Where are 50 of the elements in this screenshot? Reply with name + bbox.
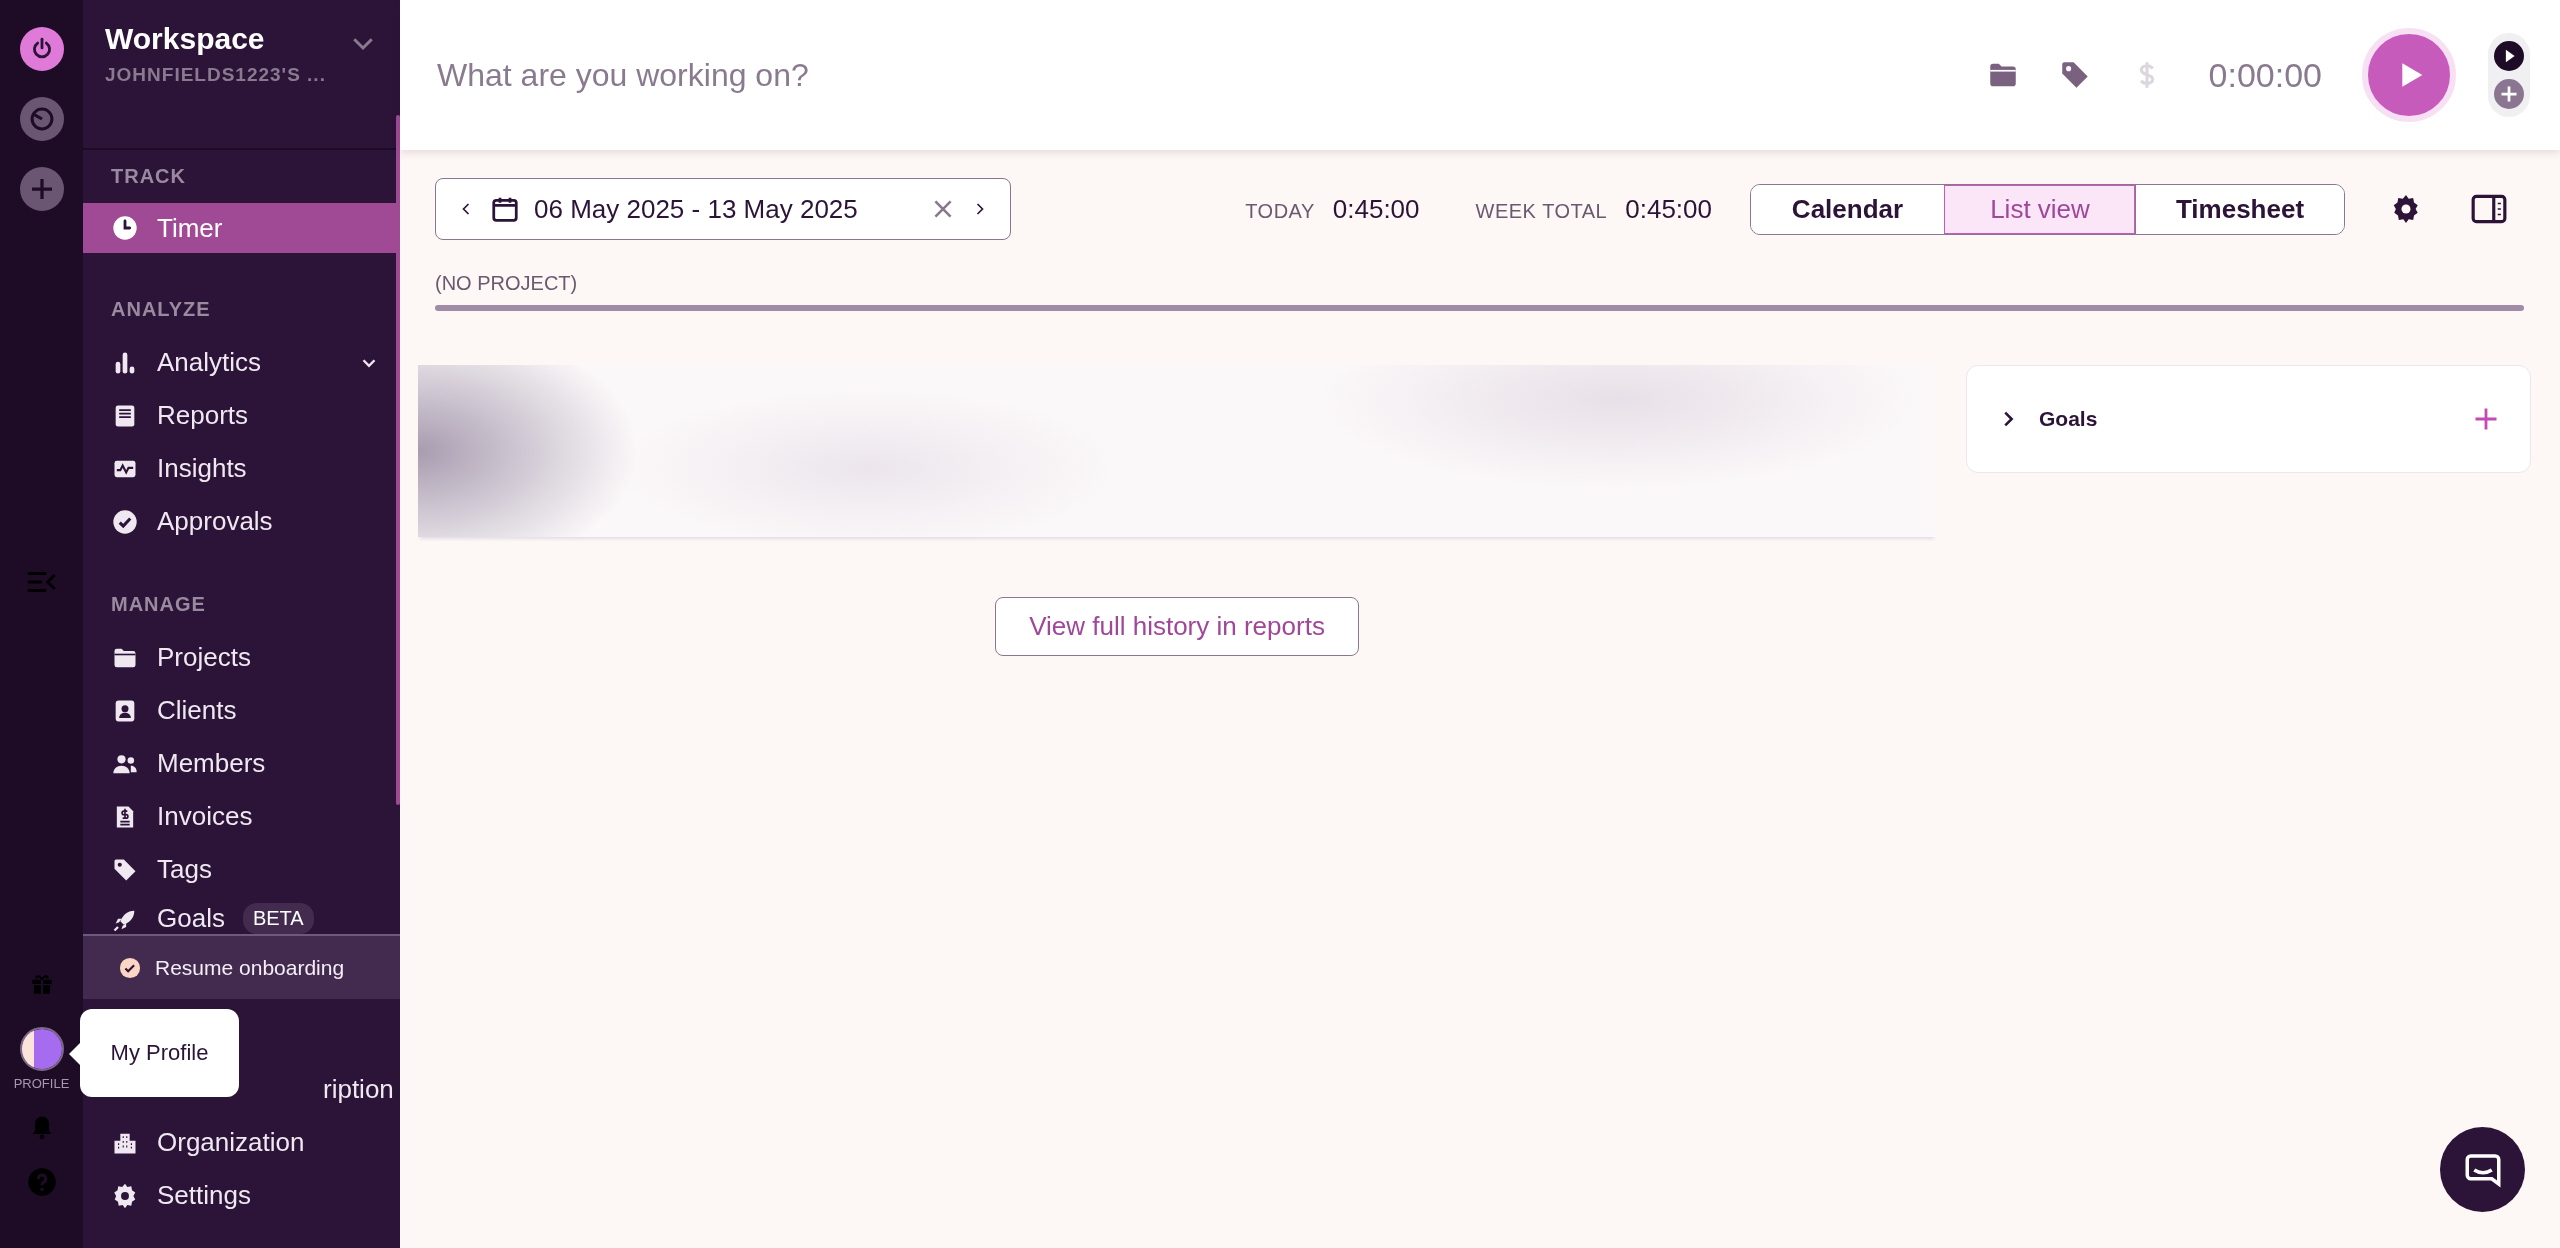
plus-icon (2494, 79, 2524, 109)
sidebar-item[interactable]: Insights (83, 442, 400, 495)
sidebar-item[interactable]: Reports (83, 389, 400, 442)
project-label: (NO PROJECT) (435, 272, 579, 295)
mode-toggle[interactable] (2488, 33, 2530, 117)
help-icon (26, 1167, 57, 1197)
timer-mode-button[interactable] (2494, 41, 2524, 71)
sidebar-item[interactable]: Invoices (83, 790, 400, 843)
view-tab[interactable]: Calendar (1751, 184, 1944, 234)
section-title: MANAGE (110, 592, 207, 616)
view-history-button[interactable]: View full history in reports (995, 597, 1359, 656)
sidebar-item[interactable]: Members (83, 737, 400, 790)
sidebar-item[interactable]: Organization (83, 1116, 400, 1169)
section-title: ANALYZE (110, 297, 212, 321)
stat-label: TODAY (1245, 199, 1315, 223)
clock-icon (111, 214, 139, 242)
stat-value: 0:45:00 (1625, 193, 1712, 225)
section-title: TRACK (110, 164, 187, 188)
sidebar-item[interactable]: Tags (83, 843, 400, 896)
stat-value: 0:45:00 (1332, 193, 1420, 225)
sidebar-item[interactable]: Clients (83, 684, 400, 737)
play-icon (2494, 41, 2524, 71)
workspace-subtitle: JOHNFIELDS1223'S ... (105, 64, 326, 86)
workspace-title[interactable]: Workspace (105, 22, 265, 56)
profile-label: PROFILE (13, 1076, 70, 1091)
view-tab[interactable]: Timesheet (2135, 184, 2344, 234)
tooltip: My Profile (80, 1009, 239, 1097)
goals-title: Goals (2039, 407, 2098, 431)
clock-button[interactable] (19, 97, 64, 141)
onboarding-label: Resume onboarding (155, 955, 345, 980)
avatar[interactable] (19, 1027, 64, 1071)
power-button[interactable] (19, 27, 64, 71)
view-tab[interactable]: List view (1944, 184, 2135, 234)
sidebar-item[interactable]: Settings (83, 1169, 400, 1222)
check-circle-icon (119, 956, 141, 979)
date-range-text: 06 May 2025 - 13 May 2025 (534, 193, 859, 225)
sidebar-item[interactable]: Analytics (83, 336, 400, 389)
timer-display: 0:00:00 (2208, 55, 2322, 95)
date-range-picker[interactable]: 06 May 2025 - 13 May 2025 (435, 178, 1011, 240)
check-circle-icon (111, 507, 139, 536)
resume-onboarding-bar[interactable]: Resume onboarding (83, 934, 400, 999)
scrollbar[interactable] (396, 115, 400, 805)
manual-mode-button[interactable] (2494, 79, 2524, 109)
description-input[interactable]: What are you working on? (435, 55, 1948, 95)
stat-label: WEEK TOTAL (1475, 199, 1608, 223)
sidebar-item[interactable]: Approvals (83, 495, 400, 548)
add-button[interactable] (19, 167, 64, 211)
beta-badge: BETA (242, 903, 314, 934)
sidebar-item[interactable]: Goals BETA (83, 896, 400, 934)
sidebar-item[interactable]: Projects (83, 631, 400, 684)
